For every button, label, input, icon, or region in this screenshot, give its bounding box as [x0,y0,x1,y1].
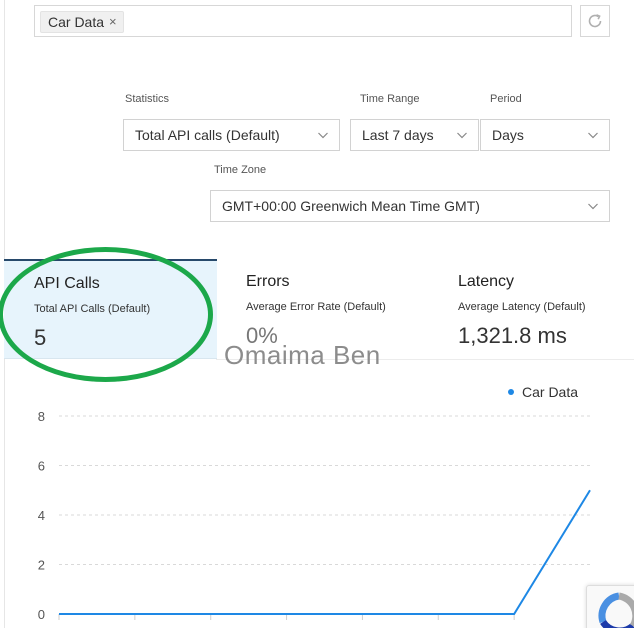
tile-value: 5 [34,325,47,350]
time-range-label: Time Range [360,93,420,105]
tile-latency[interactable]: Latency Average Latency (Default) 1,321.… [458,259,628,359]
chevron-down-icon [457,132,467,139]
time-zone-value: GMT+00:00 Greenwich Mean Time GMT) [222,198,480,214]
time-range-select[interactable]: Last 7 days [350,119,479,151]
statistics-label: Statistics [125,93,170,105]
tile-api-calls[interactable]: API Calls Total API Calls (Default) 5 [4,259,217,359]
series-line-car-data [59,489,591,615]
y-tick-label: 6 [38,459,45,474]
recaptcha-badge[interactable] [586,585,634,628]
filter-chip-label: Car Data [48,14,105,30]
filter-chip: Car Data × [40,11,124,33]
tiles-divider [216,359,634,360]
period-label: Period [490,93,522,105]
y-tick-label: 0 [38,607,45,622]
chevron-down-icon [588,132,598,139]
tile-subtitle: Average Error Rate (Default) [246,301,386,313]
filter-input[interactable]: Car Data × [34,5,572,37]
y-tick-label: 8 [38,409,45,424]
y-tick-label: 2 [38,558,45,573]
y-tick-label: 4 [38,508,45,523]
statistics-select[interactable]: Total API calls (Default) [123,119,340,151]
refresh-icon [588,14,602,28]
tile-title: Latency [458,273,515,290]
chevron-down-icon [588,203,598,210]
tile-title: Errors [246,273,290,290]
time-zone-select[interactable]: GMT+00:00 Greenwich Mean Time GMT) [210,190,610,222]
tile-subtitle: Total API Calls (Default) [34,303,151,315]
chevron-down-icon [318,132,328,139]
chip-remove-icon[interactable]: × [109,12,117,32]
time-range-value: Last 7 days [362,127,434,143]
tile-value: 0% [246,323,278,348]
tile-errors[interactable]: Errors Average Error Rate (Default) 0% [246,259,436,359]
statistics-value: Total API calls (Default) [135,127,280,143]
refresh-button[interactable] [580,5,610,37]
recaptcha-icon [598,592,634,628]
tile-subtitle: Average Latency (Default) [458,301,586,313]
tile-value: 1,321.8 ms [458,323,567,348]
tile-title: API Calls [34,275,100,292]
line-chart: 0 2 4 6 8 [38,409,591,622]
period-value: Days [492,127,524,143]
period-select[interactable]: Days [480,119,610,151]
time-zone-label: Time Zone [214,164,267,176]
